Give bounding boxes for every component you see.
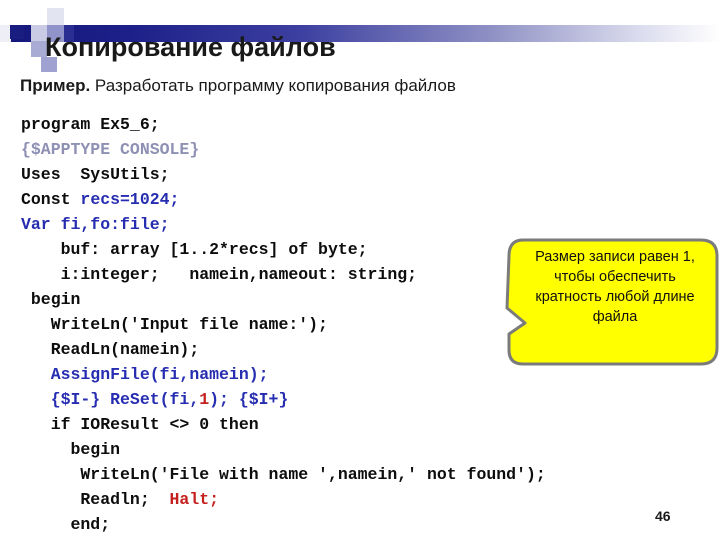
code-line: AssignFile(fi,namein); xyxy=(21,362,546,387)
subtitle-bold-label: Пример. xyxy=(20,76,91,95)
callout-text: Размер записи равен 1, чтобы обеспечить … xyxy=(535,249,695,325)
code-token: Var fi,fo:file; xyxy=(21,215,170,234)
code-token: {$I-} ReSet(fi, xyxy=(21,390,200,409)
code-line: begin xyxy=(21,437,546,462)
code-token: if IOResult <> 0 then xyxy=(21,415,259,434)
code-token: begin xyxy=(21,440,121,459)
code-line: i:integer; namein,nameout: string; xyxy=(21,262,546,287)
code-line: Uses SysUtils; xyxy=(21,162,546,187)
code-token: Const xyxy=(21,190,81,209)
code-token: AssignFile(fi,namein); xyxy=(21,365,269,384)
code-listing: program Ex5_6; {$APPTYPE CONSOLE} Uses Sys… xyxy=(21,112,546,537)
code-token: recs=1024; xyxy=(80,190,180,209)
code-token: {$APPTYPE CONSOLE} xyxy=(21,140,200,159)
code-line: {$I-} ReSet(fi,1); {$I+} xyxy=(21,387,546,412)
code-token: ); {$I+} xyxy=(209,390,289,409)
code-token: begin xyxy=(21,290,81,309)
header-square-dark xyxy=(10,25,24,39)
code-token: i:integer; namein,nameout: string; xyxy=(21,265,418,284)
code-token: program Ex5_6; xyxy=(21,115,160,134)
code-line: WriteLn('Input file name:'); xyxy=(21,312,546,337)
code-line: Readln; Halt; xyxy=(21,487,546,512)
page-number: 46 xyxy=(655,508,671,524)
code-token: end; xyxy=(21,515,111,534)
code-line: ReadLn(namein); xyxy=(21,337,546,362)
code-line: WriteLn('File with name ',namein,' not f… xyxy=(21,462,546,487)
code-token: WriteLn('File with name ',namein,' not f… xyxy=(21,465,546,484)
code-token: Halt; xyxy=(169,490,220,509)
code-line: buf: array [1..2*recs] of byte; xyxy=(21,237,546,262)
slide-canvas: Копирование файлов Пример. Разработать п… xyxy=(0,0,720,540)
code-line: Var fi,fo:file; xyxy=(21,212,546,237)
code-token: ReadLn(namein); xyxy=(21,340,200,359)
header-square-backdrop xyxy=(0,0,47,25)
code-token: buf: array [1..2*recs] of byte; xyxy=(21,240,368,259)
code-line: end; xyxy=(21,512,546,537)
code-token: WriteLn('Input file name:'); xyxy=(21,315,328,334)
code-line: program Ex5_6; xyxy=(21,112,546,137)
code-token: Uses SysUtils; xyxy=(21,165,170,184)
code-token: Readln; xyxy=(21,490,170,509)
page-title: Копирование файлов xyxy=(45,32,336,62)
subtitle-rest-label: Разработать программу копирования файлов xyxy=(90,76,456,95)
code-line: if IOResult <> 0 then xyxy=(21,412,546,437)
code-line: begin xyxy=(21,287,546,312)
callout-bubble: Размер записи равен 1, чтобы обеспечить … xyxy=(505,238,719,366)
code-line: {$APPTYPE CONSOLE} xyxy=(21,137,546,162)
code-token: 1 xyxy=(199,390,210,409)
code-line: Const recs=1024; xyxy=(21,187,546,212)
subtitle-line: Пример. Разработать программу копировани… xyxy=(20,76,456,96)
header-square-lightest xyxy=(47,8,64,26)
